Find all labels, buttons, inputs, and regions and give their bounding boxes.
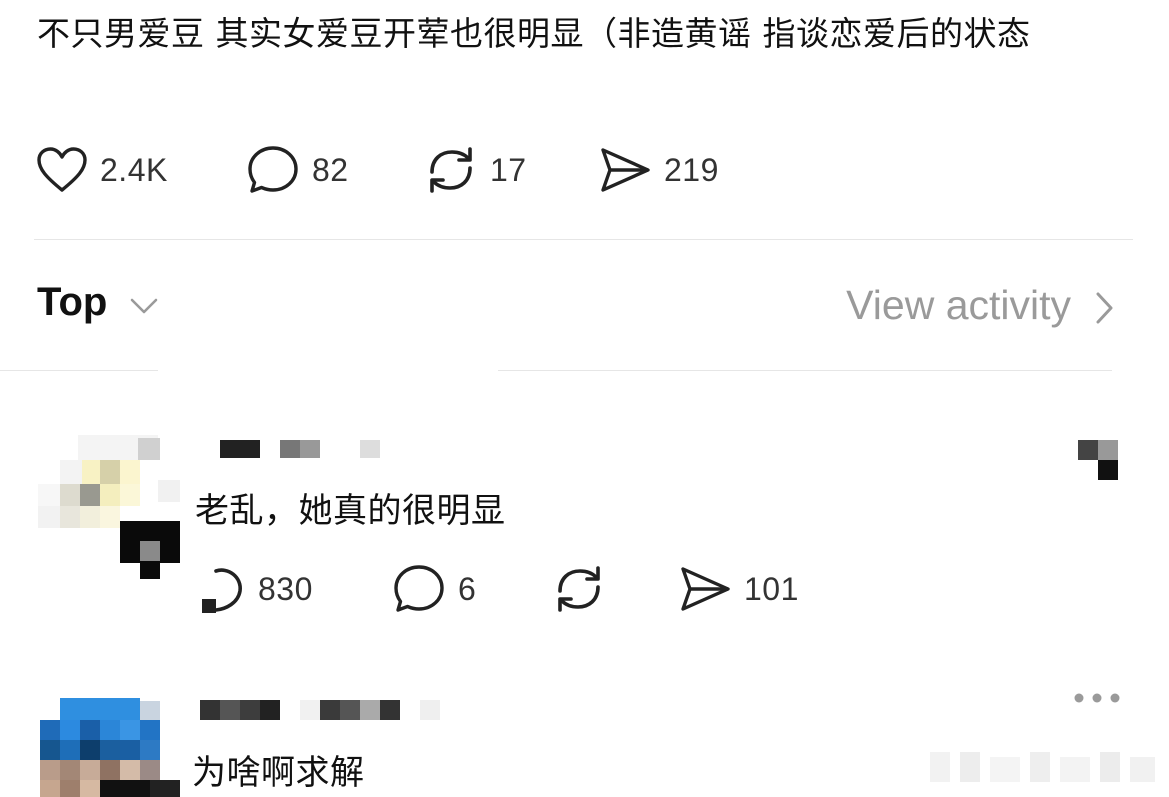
post-divider	[34, 239, 1133, 240]
post-repost-button[interactable]: 17	[424, 142, 527, 198]
reply-actions: 830 6 101	[0, 561, 1169, 617]
post-repost-count: 17	[490, 151, 527, 188]
post-comment-button[interactable]: 82	[246, 142, 349, 198]
post-like-button[interactable]: 2.4K	[36, 142, 168, 198]
more-dots-icon[interactable]	[1072, 691, 1122, 705]
post-share-count: 219	[664, 151, 719, 188]
sort-divider-left	[0, 370, 158, 371]
heart-icon	[202, 568, 242, 613]
post-comment-count: 82	[312, 151, 349, 188]
reply-like-count: 830	[258, 570, 313, 607]
chevron-down-icon[interactable]	[128, 290, 160, 322]
chevron-right-icon[interactable]	[1094, 290, 1116, 326]
sort-dropdown-label[interactable]: Top	[37, 280, 107, 325]
reply-username[interactable]	[200, 440, 390, 458]
paper-plane-icon	[601, 148, 650, 192]
speech-bubble-icon	[248, 146, 298, 193]
reply-share-button[interactable]: 101	[678, 561, 799, 617]
sort-divider-right	[498, 370, 1112, 371]
repost-arrows-icon	[430, 147, 472, 193]
reply-share-count: 101	[744, 570, 799, 607]
reply-repost-button[interactable]	[552, 561, 606, 617]
reply-username[interactable]	[200, 700, 460, 720]
post-actions: 2.4K 82 17 219	[0, 142, 1169, 198]
reply-like-button[interactable]: 830	[198, 561, 313, 617]
heart-icon	[37, 147, 87, 192]
repost-arrows-icon	[558, 566, 600, 612]
reply-text: 为啥啊求解	[192, 753, 365, 793]
reply-comment-button[interactable]: 6	[392, 561, 476, 617]
reply-text: 老乱，她真的很明显	[195, 491, 506, 531]
avatar[interactable]	[40, 698, 190, 797]
post-text: 不只男爱豆 其实女爱豆开荤也很明显（非造黄谣 指谈恋爱后的状态	[37, 14, 1031, 53]
more-dots-icon[interactable]	[1078, 440, 1120, 480]
speech-bubble-icon	[394, 565, 444, 612]
view-activity-link[interactable]: View activity	[846, 282, 1071, 329]
post-share-button[interactable]: 219	[598, 142, 719, 198]
paper-plane-icon	[681, 567, 730, 611]
post-like-count: 2.4K	[100, 151, 168, 188]
watermark	[930, 752, 1160, 792]
reply-comment-count: 6	[458, 570, 477, 607]
